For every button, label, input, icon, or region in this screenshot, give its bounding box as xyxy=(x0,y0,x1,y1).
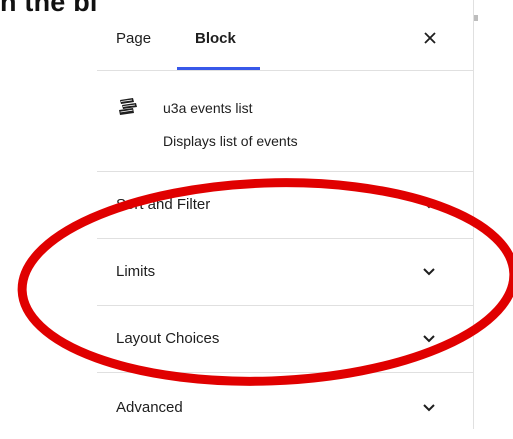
block-title: u3a events list xyxy=(163,100,253,116)
close-icon xyxy=(424,32,436,44)
tab-page[interactable]: Page xyxy=(116,30,151,47)
scrollbar-edge xyxy=(474,15,478,21)
sidebar-tabs: Page Block xyxy=(97,0,473,71)
panel-label: Layout Choices xyxy=(116,330,220,347)
block-settings-sidebar: Page Block u3a events list Displays list… xyxy=(97,0,473,429)
panel-label: Advanced xyxy=(116,399,183,416)
chevron-down-icon xyxy=(423,268,435,276)
panel-layout-choices[interactable]: Layout Choices xyxy=(97,306,473,373)
panel-label: Sort and Filter xyxy=(116,196,211,213)
panel-sort-and-filter[interactable]: Sort and Filter xyxy=(97,172,473,239)
panel-label: Limits xyxy=(116,263,156,280)
book-stack-icon xyxy=(119,98,137,115)
block-card: u3a events list Displays list of events xyxy=(97,71,473,172)
chevron-down-icon xyxy=(423,335,435,343)
active-tab-indicator xyxy=(177,67,260,70)
panel-advanced[interactable]: Advanced xyxy=(97,373,473,439)
panel-limits[interactable]: Limits xyxy=(97,239,473,306)
chevron-down-icon xyxy=(423,201,435,209)
chevron-down-icon xyxy=(423,404,435,412)
block-description: Displays list of events xyxy=(163,133,298,149)
tab-block[interactable]: Block xyxy=(195,30,236,47)
sidebar-border xyxy=(473,0,474,429)
close-sidebar-button[interactable] xyxy=(419,26,441,50)
